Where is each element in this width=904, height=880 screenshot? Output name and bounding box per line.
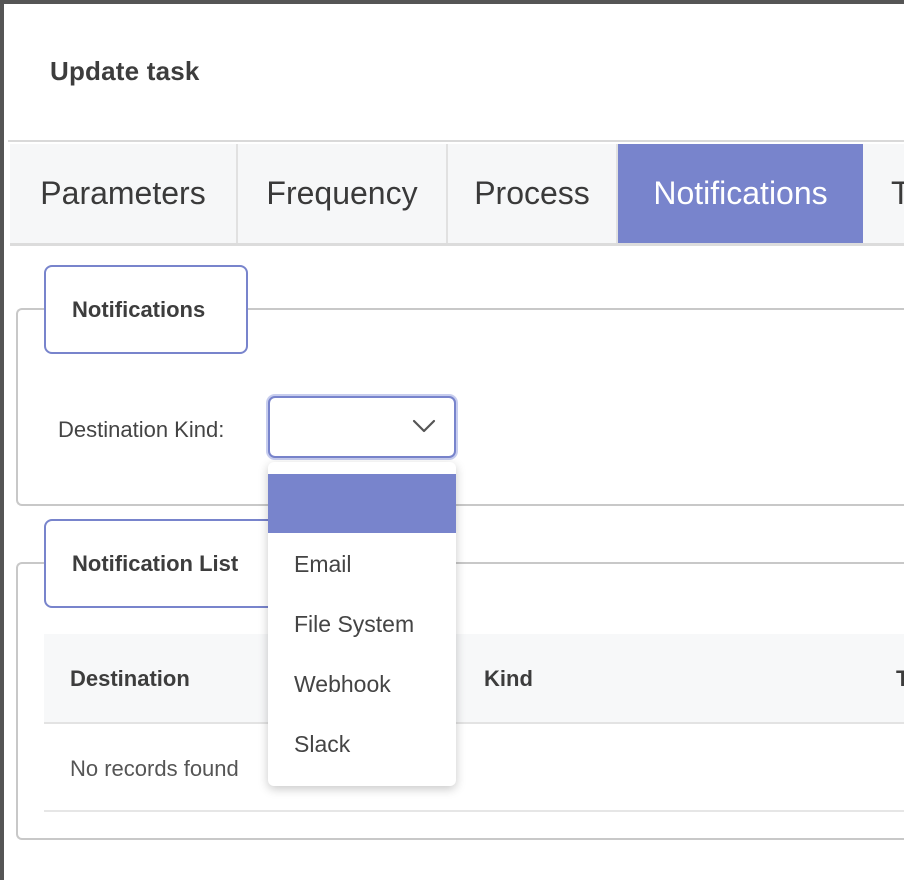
column-header-kind[interactable]: Kind (484, 634, 533, 724)
dialog-title: Update task (50, 56, 200, 86)
dropdown-option-slack[interactable]: Slack (268, 714, 456, 774)
notification-list-legend: Notification List (44, 519, 284, 608)
tab-bar: Parameters Frequency Process Notificatio… (10, 144, 904, 246)
chevron-down-icon (412, 419, 436, 433)
column-header-truncated[interactable]: T (896, 634, 904, 724)
column-header-destination[interactable]: Destination (70, 634, 190, 724)
destination-kind-dropdown: Email File System Webhook Slack (268, 462, 456, 786)
tab-parameters[interactable]: Parameters (10, 144, 238, 243)
table-header: Destination Kind T (44, 634, 904, 724)
destination-kind-label: Destination Kind: (58, 417, 225, 442)
dialog-header: Update task (8, 8, 904, 142)
empty-message: No records found (70, 756, 239, 781)
dropdown-option-file-system[interactable]: File System (268, 594, 456, 654)
dropdown-option-email[interactable]: Email (268, 534, 456, 594)
dropdown-option-webhook[interactable]: Webhook (268, 654, 456, 714)
dropdown-option-empty[interactable] (268, 474, 456, 533)
notifications-legend: Notifications (44, 265, 248, 354)
tab-notifications[interactable]: Notifications (618, 144, 863, 243)
destination-kind-select[interactable] (268, 396, 456, 458)
tab-frequency[interactable]: Frequency (238, 144, 448, 243)
table-row-empty: No records found (44, 726, 904, 812)
tab-process[interactable]: Process (448, 144, 618, 243)
tab-truncated[interactable]: T (863, 144, 904, 243)
